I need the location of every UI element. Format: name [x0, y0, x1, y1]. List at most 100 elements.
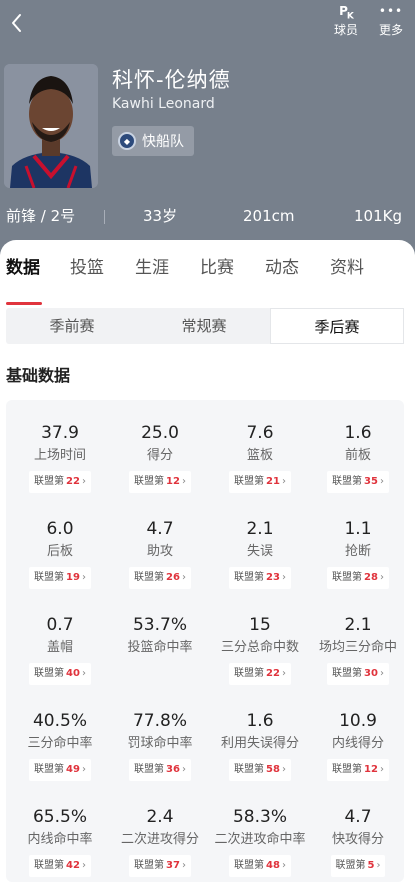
- stat-cell: 15 三分总命中数 联盟第 22 ›: [210, 614, 310, 685]
- rank-prefix: 联盟第: [234, 572, 265, 583]
- chevron-right-icon: ›: [379, 764, 384, 775]
- league-rank-badge[interactable]: 联盟第 30 ›: [327, 663, 389, 685]
- tab-games[interactable]: 比赛: [200, 254, 234, 282]
- stat-cell: 2.1 场均三分命中 联盟第 30 ›: [308, 614, 408, 685]
- player-info-row: 前锋 / 2号 33岁 201cm 101Kg: [0, 204, 415, 228]
- rank-number: 36: [166, 764, 180, 775]
- league-rank-badge[interactable]: 联盟第 35 ›: [327, 471, 389, 493]
- rank-number: 37: [166, 860, 180, 871]
- stat-label: 盖帽: [46, 640, 73, 655]
- rank-prefix: 联盟第: [332, 668, 363, 679]
- league-rank-badge[interactable]: 联盟第 22 ›: [29, 471, 91, 493]
- tab-news[interactable]: 动态: [265, 254, 299, 282]
- stat-label: 场均三分命中: [318, 640, 397, 655]
- chevron-right-icon: ›: [81, 764, 86, 775]
- tab-shooting[interactable]: 投篮: [70, 254, 104, 282]
- info-divider: [104, 210, 105, 224]
- stat-value: 2.4: [146, 807, 174, 827]
- team-badge[interactable]: ◆ 快船队: [112, 126, 194, 156]
- league-rank-badge[interactable]: 联盟第 21 ›: [229, 471, 291, 493]
- rank-prefix: 联盟第: [332, 572, 363, 583]
- league-rank-badge[interactable]: 联盟第 40 ›: [29, 663, 91, 685]
- stat-value: 37.9: [41, 423, 79, 443]
- stat-cell: 53.7% 投篮命中率: [110, 614, 210, 659]
- stat-cell: 7.6 篮板 联盟第 21 ›: [210, 422, 310, 493]
- stat-value: 1.1: [344, 519, 372, 539]
- stat-label: 快攻得分: [331, 832, 384, 847]
- player-name-en: Kawhi Leonard: [112, 96, 215, 112]
- rank-prefix: 联盟第: [34, 764, 65, 775]
- clippers-logo-icon: ◆: [118, 132, 136, 150]
- stat-value: 65.5%: [32, 807, 87, 827]
- rank-prefix: 联盟第: [234, 476, 265, 487]
- stat-cell: 4.7 助攻 联盟第 26 ›: [110, 518, 210, 589]
- content-panel: 数据 投篮 生涯 比赛 动态 资料 季前赛 常规赛 季后赛 基础数据 37.9 上…: [0, 240, 415, 882]
- stat-cell: 1.1 抢断 联盟第 28 ›: [308, 518, 408, 589]
- rank-number: 22: [66, 476, 80, 487]
- chevron-right-icon: ›: [281, 668, 286, 679]
- league-rank-badge[interactable]: 联盟第 12 ›: [327, 759, 389, 781]
- league-rank-badge[interactable]: 联盟第 23 ›: [229, 567, 291, 589]
- league-rank-badge[interactable]: 联盟第 49 ›: [29, 759, 91, 781]
- back-button[interactable]: [6, 10, 30, 36]
- stat-cell: 40.5% 三分命中率 联盟第 49 ›: [10, 710, 110, 781]
- tab-career[interactable]: 生涯: [135, 254, 169, 282]
- league-rank-badge[interactable]: 联盟第 19 ›: [29, 567, 91, 589]
- stats-card: 37.9 上场时间 联盟第 22 › 25.0 得分 联盟第 12 › 7.6 篮板 联盟第 21 › 1.6…: [6, 400, 404, 882]
- stat-value: 77.8%: [132, 711, 187, 731]
- season-playoffs[interactable]: 季后赛: [270, 308, 404, 344]
- stat-cell: 1.6 前板 联盟第 35 ›: [308, 422, 408, 493]
- rank-number: 30: [364, 668, 378, 679]
- rank-number: 28: [364, 572, 378, 583]
- more-button[interactable]: ••• 更多: [374, 4, 408, 40]
- rank-prefix: 联盟第: [134, 860, 165, 871]
- league-rank-badge[interactable]: 联盟第 12 ›: [129, 471, 191, 493]
- rank-prefix: 联盟第: [234, 860, 265, 871]
- stat-value: 25.0: [141, 423, 179, 443]
- tab-profile[interactable]: 资料: [330, 254, 364, 282]
- stat-cell: 2.4 二次进攻得分联盟第 37 ›: [110, 806, 210, 877]
- player-avatar: [4, 64, 98, 188]
- season-regular[interactable]: 常规赛: [138, 308, 270, 344]
- stat-label: 内线得分: [331, 736, 384, 751]
- season-preseason[interactable]: 季前赛: [6, 308, 138, 344]
- league-rank-badge[interactable]: 联盟第 48 ›: [229, 855, 291, 877]
- chevron-right-icon: ›: [81, 668, 86, 679]
- chevron-right-icon: ›: [281, 476, 286, 487]
- rank-number: 35: [364, 476, 378, 487]
- player-name-cn: 科怀-伦纳德: [112, 68, 231, 92]
- rank-prefix: 联盟第: [34, 668, 65, 679]
- league-rank-badge[interactable]: 联盟第 42 ›: [29, 855, 91, 877]
- rank-number: 48: [266, 860, 280, 871]
- rank-prefix: 联盟第: [34, 476, 65, 487]
- chevron-right-icon: ›: [181, 572, 186, 583]
- stat-label: 二次进攻得分: [120, 832, 199, 847]
- chevron-right-icon: ›: [181, 764, 186, 775]
- stat-label: 二次进攻命中率: [214, 832, 306, 847]
- league-rank-badge[interactable]: 联盟第 28 ›: [327, 567, 389, 589]
- stat-cell: 65.5% 内线命中率 联盟第 42 ›: [10, 806, 110, 877]
- league-rank-badge[interactable]: 联盟第 36 ›: [129, 759, 191, 781]
- league-rank-badge[interactable]: 联盟第 22 ›: [229, 663, 291, 685]
- chevron-left-icon: [12, 14, 21, 32]
- league-rank-badge[interactable]: 联盟第 37 ›: [129, 855, 191, 877]
- rank-number: 21: [266, 476, 280, 487]
- chevron-right-icon: ›: [281, 764, 286, 775]
- tab-data[interactable]: 数据: [6, 254, 40, 282]
- stat-label: 篮板: [246, 448, 273, 463]
- rank-number: 12: [364, 764, 378, 775]
- league-rank-badge[interactable]: 联盟第 58 ›: [229, 759, 291, 781]
- stat-cell: 10.9 内线得分 联盟第 12 ›: [308, 710, 408, 781]
- league-rank-badge[interactable]: 联盟第 5 ›: [330, 855, 386, 877]
- stat-value: 0.7: [46, 615, 74, 635]
- league-rank-badge[interactable]: 联盟第 26 ›: [129, 567, 191, 589]
- rank-prefix: 联盟第: [335, 860, 366, 871]
- rank-prefix: 联盟第: [34, 860, 65, 871]
- more-dots-icon: •••: [378, 4, 404, 18]
- stat-label: 前板: [344, 448, 371, 463]
- pk-compare-button[interactable]: PK 球员: [330, 4, 362, 40]
- rank-number: 19: [66, 572, 80, 583]
- rank-prefix: 联盟第: [134, 572, 165, 583]
- season-type-selector: 季前赛 常规赛 季后赛: [6, 308, 404, 344]
- player-position: 前锋 / 2号: [6, 207, 76, 225]
